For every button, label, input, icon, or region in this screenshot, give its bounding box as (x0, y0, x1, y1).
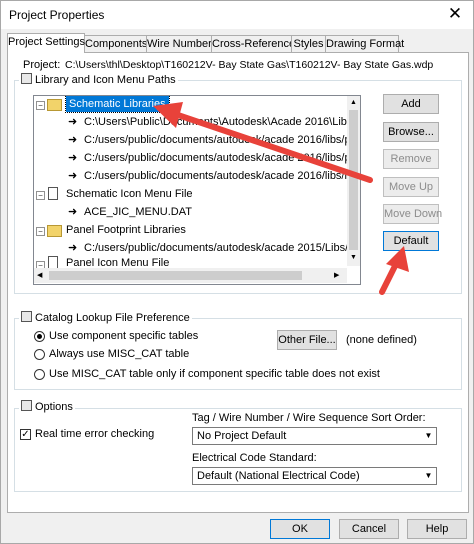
annotation-arrows (153, 102, 409, 295)
annotation-arrow-icon (379, 246, 409, 295)
annotation-arrow-icon (153, 102, 373, 183)
tab-project-settings[interactable]: Project Settings (7, 33, 85, 53)
